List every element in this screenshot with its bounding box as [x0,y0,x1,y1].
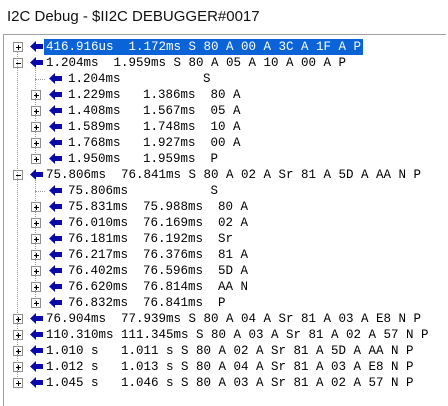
tree-connector-line [17,51,18,381]
tree-node-transaction[interactable]: 1.012 s 1.013 s S 80 A 04 A Sr 81 A 03 A… [4,359,444,375]
tree-node-byte[interactable]: 1.408ms 1.567ms 05 A [4,103,444,119]
left-arrow-icon [49,201,62,212]
expand-plus-icon[interactable] [31,90,41,100]
expand-plus-icon[interactable] [13,330,23,340]
tree-connector-line [35,67,36,159]
tree-node-transaction[interactable]: 75.806ms 76.841ms S 80 A 02 A Sr 81 A 5D… [4,167,444,183]
left-arrow-icon [49,185,62,196]
left-arrow-icon [30,41,43,52]
tree-node-byte[interactable]: 76.181ms 76.192ms Sr [4,231,444,247]
left-arrow-icon [49,137,62,148]
expand-plus-icon[interactable] [31,218,41,228]
window-title: I2C Debug - $II2C DEBUGGER#0017 [7,8,260,25]
left-arrow-icon [49,153,62,164]
i2c-debug-window: I2C Debug - $II2C DEBUGGER#0017 416.916u… [0,0,448,406]
tree-node-label: 76.402ms 76.596ms 5D A [68,264,249,278]
collapse-minus-icon[interactable] [13,170,23,180]
expand-plus-icon[interactable] [13,42,23,52]
transaction-tree[interactable]: 416.916us 1.172ms S 80 A 00 A 3C A 1F A … [3,34,446,406]
expand-plus-icon[interactable] [13,378,23,388]
left-arrow-icon [49,121,62,132]
tree-node-transaction[interactable]: 1.010 s 1.011 s S 80 A 02 A Sr 81 A 5D A… [4,343,444,359]
tree-node-label: 1.204ms 1.959ms S 80 A 05 A 10 A 00 A P [46,56,347,70]
tree-node-transaction[interactable]: 416.916us 1.172ms S 80 A 00 A 3C A 1F A … [4,39,444,55]
tree-node-label: 110.310ms 111.345ms S 80 A 03 A Sr 81 A … [46,328,429,342]
tree-node-label: 76.620ms 76.814ms AA N [68,280,249,294]
tree-node-byte[interactable]: 76.010ms 76.169ms 02 A [4,215,444,231]
tree-node-label: 1.408ms 1.567ms 05 A [68,104,241,118]
left-arrow-icon [49,281,62,292]
tree-node-transaction[interactable]: 1.204ms 1.959ms S 80 A 05 A 10 A 00 A P [4,55,444,71]
expand-plus-icon[interactable] [31,266,41,276]
expand-plus-icon[interactable] [13,346,23,356]
tree-node-label: 1.010 s 1.011 s S 80 A 02 A Sr 81 A 5D A… [46,344,414,358]
left-arrow-icon [49,249,62,260]
tree-node-byte[interactable]: 1.204ms S [4,71,444,87]
tree-node-label: 1.045 s 1.046 s S 80 A 03 A Sr 81 A 02 A… [46,376,414,390]
left-arrow-icon [49,105,62,116]
left-arrow-icon [30,313,43,324]
left-arrow-icon [49,233,62,244]
left-arrow-icon [30,361,43,372]
left-arrow-icon [30,377,43,388]
expand-plus-icon[interactable] [31,138,41,148]
expand-plus-icon[interactable] [31,202,41,212]
tree-node-byte[interactable]: 75.806ms S [4,183,444,199]
tree-node-byte[interactable]: 1.589ms 1.748ms 10 A [4,119,444,135]
left-arrow-icon [30,329,43,340]
tree-node-byte[interactable]: 76.217ms 76.376ms 81 A [4,247,444,263]
title-bar[interactable]: I2C Debug - $II2C DEBUGGER#0017 [0,0,448,34]
left-arrow-icon [49,89,62,100]
expand-plus-icon[interactable] [31,122,41,132]
left-arrow-icon [49,217,62,228]
tree-node-label: 1.950ms 1.959ms P [68,152,219,166]
tree-node-label: 76.904ms 77.939ms S 80 A 04 A Sr 81 A 03… [46,312,422,326]
expand-plus-icon[interactable] [31,154,41,164]
tree-node-transaction[interactable]: 110.310ms 111.345ms S 80 A 03 A Sr 81 A … [4,327,444,343]
tree-node-label: 1.229ms 1.386ms 80 A [68,88,241,102]
tree-connector-line [35,179,36,303]
tree-node-label: 75.806ms 76.841ms S 80 A 02 A Sr 81 A 5D… [46,168,422,182]
expand-plus-icon[interactable] [13,362,23,372]
tree-connector-line [35,191,45,192]
expand-plus-icon[interactable] [31,250,41,260]
tree-node-label: 1.204ms S [68,72,211,86]
tree-node-label: 416.916us 1.172ms S 80 A 00 A 3C A 1F A … [44,39,364,55]
tree-node-label: 1.589ms 1.748ms 10 A [68,120,241,134]
expand-plus-icon[interactable] [31,282,41,292]
tree-node-transaction[interactable]: 76.904ms 77.939ms S 80 A 04 A Sr 81 A 03… [4,311,444,327]
expand-plus-icon[interactable] [31,234,41,244]
left-arrow-icon [30,345,43,356]
expand-plus-icon[interactable] [31,298,41,308]
left-arrow-icon [30,169,43,180]
tree-node-label: 1.012 s 1.013 s S 80 A 04 A Sr 81 A 03 A… [46,360,414,374]
tree-node-byte[interactable]: 75.831ms 75.988ms 80 A [4,199,444,215]
tree-node-byte[interactable]: 1.768ms 1.927ms 00 A [4,135,444,151]
tree-node-label: 76.181ms 76.192ms Sr [68,232,234,246]
tree-node-label: 76.010ms 76.169ms 02 A [68,216,249,230]
tree-node-label: 76.832ms 76.841ms P [68,296,226,310]
tree-node-byte[interactable]: 76.620ms 76.814ms AA N [4,279,444,295]
left-arrow-icon [49,265,62,276]
tree-node-byte[interactable]: 76.832ms 76.841ms P [4,295,444,311]
tree-node-byte[interactable]: 1.229ms 1.386ms 80 A [4,87,444,103]
tree-node-label: 75.831ms 75.988ms 80 A [68,200,249,214]
left-arrow-icon [30,57,43,68]
left-arrow-icon [49,73,62,84]
left-arrow-icon [49,297,62,308]
tree-node-label: 76.217ms 76.376ms 81 A [68,248,249,262]
tree-node-label: 75.806ms S [68,184,219,198]
expand-plus-icon[interactable] [31,106,41,116]
tree-node-byte[interactable]: 1.950ms 1.959ms P [4,151,444,167]
tree-rows: 416.916us 1.172ms S 80 A 00 A 3C A 1F A … [4,39,444,391]
expand-plus-icon[interactable] [13,314,23,324]
collapse-minus-icon[interactable] [13,58,23,68]
tree-node-byte[interactable]: 76.402ms 76.596ms 5D A [4,263,444,279]
tree-connector-line [35,79,45,80]
tree-node-label: 1.768ms 1.927ms 00 A [68,136,241,150]
tree-node-transaction[interactable]: 1.045 s 1.046 s S 80 A 03 A Sr 81 A 02 A… [4,375,444,391]
